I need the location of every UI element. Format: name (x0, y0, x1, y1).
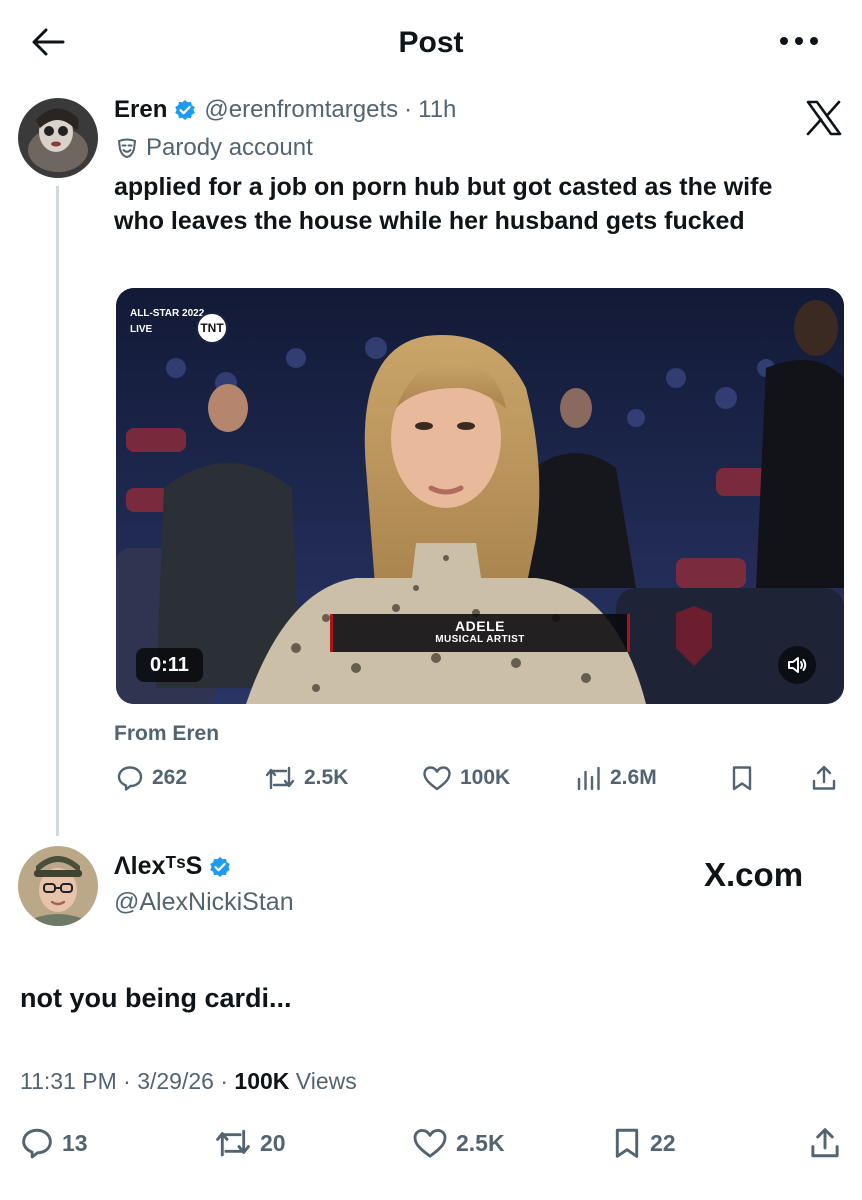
more-icon (780, 37, 818, 45)
reply-author-name[interactable]: ɅlexᵀˢS (114, 852, 202, 881)
parody-label: Parody account (116, 134, 313, 162)
bookmark-button[interactable]: 22 (612, 1126, 676, 1160)
network-badge: TNT (196, 312, 228, 344)
page-title: Post (398, 26, 464, 59)
reply-post-text: not you being cardi... (20, 983, 292, 1013)
like-count: 100K (460, 766, 511, 789)
views-icon (577, 766, 600, 791)
reply-button[interactable]: 262 (116, 764, 187, 792)
like-icon (423, 766, 451, 791)
like-icon (413, 1128, 447, 1158)
meta-separator: · (123, 1068, 131, 1094)
repost-count: 20 (260, 1129, 286, 1156)
xcom-watermark: X.com (704, 856, 803, 894)
share-icon (812, 765, 836, 790)
bookmark-icon (732, 766, 752, 791)
parody-label-text: Parody account (146, 134, 313, 161)
parody-mask-icon (117, 138, 137, 159)
video-attribution[interactable]: From Eren (114, 722, 219, 746)
reply-icon (117, 766, 143, 791)
reply-count: 13 (62, 1129, 88, 1156)
quoted-author-handle[interactable]: @erenfromtargets (204, 96, 398, 124)
video-duration: 0:11 (136, 648, 203, 682)
volume-icon (788, 657, 807, 673)
top-bar: Post (0, 0, 862, 86)
bookmark-icon (615, 1128, 639, 1158)
quoted-post-text: applied for a job on porn hub but got ca… (114, 173, 773, 235)
reply-count: 262 (152, 766, 188, 789)
broadcast-badge: ALL-STAR 2022 LIVE (130, 308, 204, 336)
views-total: 100K (234, 1068, 290, 1094)
quoted-post-time[interactable]: 11h (418, 96, 456, 124)
reply-post-actions: 13 20 2.5K 22 (20, 1126, 844, 1166)
like-button[interactable]: 2.5K (412, 1126, 505, 1160)
reply-post-meta: 11:31 PM · 3/29/26 · 100K Views (20, 1068, 357, 1095)
x-logo-icon (804, 98, 844, 138)
repost-button[interactable]: 2.5K (264, 764, 348, 792)
broadcast-live-label: LIVE (130, 324, 153, 335)
bookmark-count: 22 (650, 1129, 676, 1156)
quoted-author-avatar[interactable] (18, 98, 98, 178)
views-button[interactable]: 2.6M (576, 764, 657, 792)
quoted-post-header: Eren @erenfromtargets · 11h (114, 96, 456, 124)
thread-line (56, 186, 59, 836)
reply-author-handle[interactable]: @AlexNickiStan (114, 888, 294, 917)
meta-separator: · (220, 1068, 229, 1094)
verified-badge-icon (174, 99, 196, 121)
broadcast-event-label: ALL-STAR 2022 (130, 308, 205, 319)
video-player[interactable]: ALL-STAR 2022 LIVE TNT ADELE MUSICAL ART… (116, 288, 844, 704)
verified-badge-icon (209, 856, 231, 878)
repost-icon (265, 766, 295, 790)
lower-third-title: MUSICAL ARTIST (435, 634, 525, 645)
reply-icon (22, 1128, 52, 1159)
quoted-author-name[interactable]: Eren (114, 96, 167, 124)
more-options-button[interactable] (776, 26, 822, 56)
like-count: 2.5K (456, 1129, 505, 1156)
header-separator: · (404, 96, 413, 123)
repost-count: 2.5K (304, 766, 349, 789)
video-lower-third: ADELE MUSICAL ARTIST (330, 614, 630, 652)
share-icon (811, 1128, 839, 1158)
reply-button[interactable]: 13 (20, 1126, 88, 1160)
views-count: 2.6M (610, 766, 657, 789)
like-button[interactable]: 100K (422, 764, 510, 792)
repost-icon (216, 1129, 250, 1157)
share-button[interactable] (810, 764, 838, 792)
xcom-watermark-text: X.com (704, 856, 804, 893)
reply-author-avatar[interactable] (18, 846, 98, 926)
reply-author-header: ɅlexᵀˢS (114, 852, 239, 881)
volume-button[interactable] (778, 646, 816, 684)
share-button[interactable] (808, 1126, 842, 1160)
post-date[interactable]: 3/29/26 (137, 1068, 214, 1094)
lower-third-name: ADELE (455, 618, 505, 634)
views-label: Views (295, 1068, 357, 1094)
bookmark-button[interactable] (730, 764, 754, 792)
quoted-post-actions: 262 2.5K 100K 2.6M (116, 764, 846, 800)
repost-button[interactable]: 20 (214, 1126, 286, 1160)
post-time[interactable]: 11:31 PM (20, 1068, 117, 1094)
